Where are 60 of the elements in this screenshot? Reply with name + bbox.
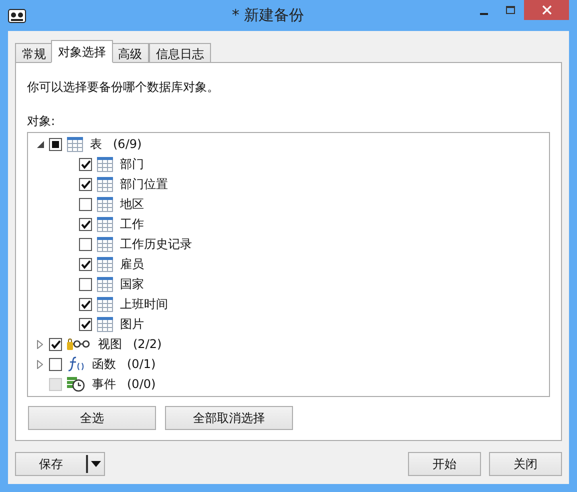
tree-item-label[interactable]: 工作历史记录 <box>120 235 192 253</box>
expanded-arrow-icon[interactable] <box>36 140 44 148</box>
checkbox[interactable] <box>79 158 92 170</box>
tab[interactable]: 对象选择 <box>51 40 113 63</box>
tree-item-count: (6/9) <box>113 136 142 153</box>
table-icon <box>97 156 113 172</box>
tree-item-label[interactable]: 表 <box>90 135 102 153</box>
table-icon <box>97 236 113 252</box>
tree-item-label[interactable]: 函数 <box>92 355 116 373</box>
app-logo-icon <box>8 8 26 22</box>
close-icon <box>542 5 552 15</box>
tree-item-label[interactable]: 部门 <box>120 155 144 173</box>
checkbox[interactable] <box>79 198 92 210</box>
checkbox[interactable] <box>49 358 62 370</box>
clock-icon <box>67 376 85 392</box>
checkbox[interactable] <box>79 278 92 290</box>
checkbox[interactable] <box>49 338 62 350</box>
tree-item-count: (0/0) <box>127 376 156 393</box>
checkbox[interactable] <box>49 138 62 150</box>
table-icon <box>97 176 113 192</box>
tree-item-label[interactable]: 国家 <box>120 275 144 293</box>
tab[interactable]: 常规 <box>15 43 53 63</box>
table-icon <box>67 136 83 152</box>
tree-item-label[interactable]: 上班时间 <box>120 295 168 313</box>
selection-button[interactable]: 全选 <box>28 406 156 430</box>
tab[interactable]: 高级 <box>111 43 149 63</box>
tree-item-label[interactable]: 视图 <box>98 335 122 353</box>
save-split-button[interactable]: 保存 <box>15 452 105 476</box>
tree-item-label[interactable]: 地区 <box>120 195 144 213</box>
collapsed-arrow-icon[interactable] <box>37 340 43 348</box>
dropdown-caret-icon[interactable] <box>91 461 101 467</box>
checkbox[interactable] <box>79 238 92 250</box>
tree-item-label[interactable]: 雇员 <box>120 255 144 273</box>
glasses-icon <box>67 336 91 352</box>
selection-button[interactable]: 全部取消选择 <box>165 406 293 430</box>
tree-item-count: (0/1) <box>127 356 156 373</box>
objects-label: 对象: <box>27 113 56 130</box>
checkbox[interactable] <box>79 178 92 190</box>
tree-item-label[interactable]: 工作 <box>120 215 144 233</box>
table-icon <box>97 196 113 212</box>
tree-item-label[interactable]: 图片 <box>120 315 144 333</box>
checkbox[interactable] <box>79 318 92 330</box>
table-icon <box>97 316 113 332</box>
action-button[interactable]: 关闭 <box>489 452 562 476</box>
table-icon <box>97 256 113 272</box>
checkbox[interactable] <box>79 298 92 310</box>
function-icon <box>67 356 85 372</box>
tree-item-label[interactable]: 部门位置 <box>120 175 168 193</box>
table-icon <box>97 216 113 232</box>
action-button[interactable]: 开始 <box>408 452 481 476</box>
close-button[interactable] <box>524 0 569 20</box>
table-icon <box>97 276 113 292</box>
tree-item-count: (2/2) <box>133 336 162 353</box>
checkbox[interactable] <box>79 258 92 270</box>
description-text: 你可以选择要备份哪个数据库对象。 <box>27 79 220 96</box>
window-title: * 新建备份 <box>230 5 306 26</box>
checkbox[interactable] <box>79 218 92 230</box>
collapsed-arrow-icon[interactable] <box>37 360 43 368</box>
table-icon <box>97 296 113 312</box>
tab[interactable]: 信息日志 <box>149 43 211 63</box>
